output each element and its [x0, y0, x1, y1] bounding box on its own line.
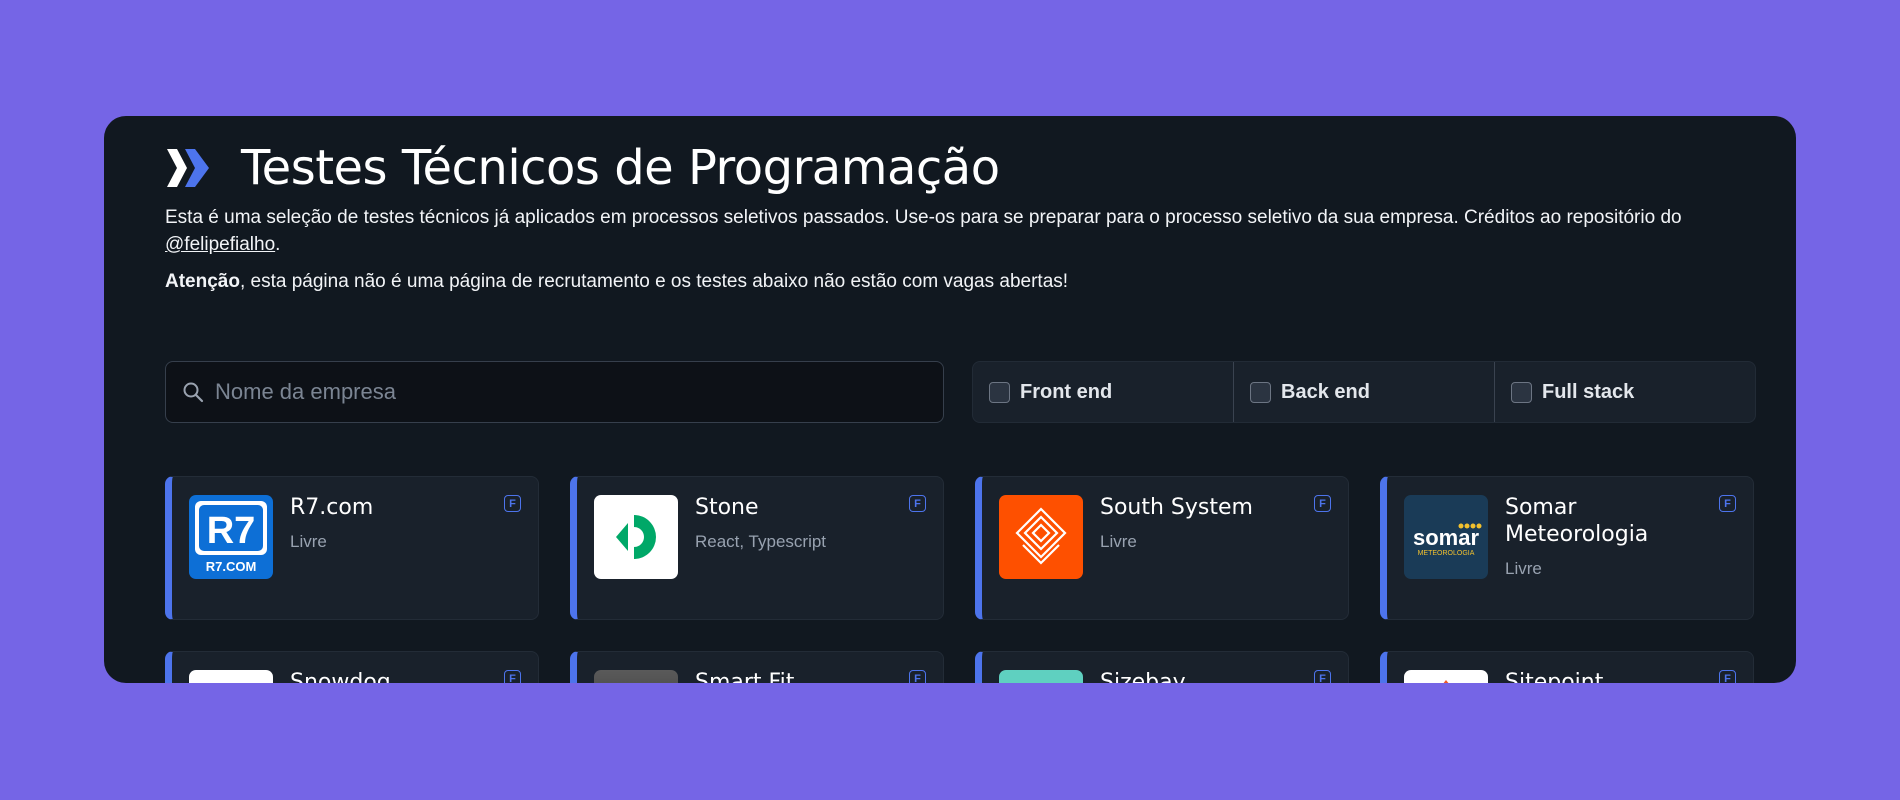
- company-name: Smart Fit: [695, 670, 795, 683]
- company-name: Sizebay: [1100, 670, 1186, 683]
- filter-front-end[interactable]: Front end: [973, 362, 1234, 422]
- company-name: Somar Meteorologia: [1505, 495, 1649, 547]
- page-header: Testes Técnicos de Programação: [165, 140, 1756, 196]
- company-card-r7[interactable]: R7 R7.COM R7.com Livre F: [165, 476, 539, 620]
- south-system-logo: [999, 495, 1083, 579]
- r7-logo: R7 R7.COM: [189, 495, 273, 579]
- company-card-sitepoint[interactable]: Sitepoint F: [1380, 651, 1754, 683]
- page-description: Esta é uma seleção de testes técnicos já…: [165, 204, 1756, 258]
- description-end: .: [275, 234, 281, 255]
- r7-logo-subtext: R7.COM: [206, 559, 257, 574]
- company-card-snowdog[interactable]: Snowdog F: [165, 651, 539, 683]
- somar-logo-subtext: METEOROLOGIA: [1418, 550, 1475, 557]
- double-chevron-logo-icon: [167, 149, 209, 187]
- credit-link[interactable]: @felipefialho: [165, 234, 275, 255]
- description-text: Esta é uma seleção de testes técnicos já…: [165, 207, 1682, 228]
- company-card-sizebay[interactable]: Sizebay F: [975, 651, 1349, 683]
- full-stack-checkbox[interactable]: [1511, 381, 1532, 403]
- front-end-checkbox[interactable]: [989, 381, 1010, 403]
- frontend-badge-icon: F: [504, 495, 521, 512]
- filter-label: Front end: [1020, 380, 1113, 403]
- company-name: Sitepoint: [1505, 670, 1604, 683]
- back-end-checkbox[interactable]: [1250, 381, 1271, 403]
- somar-logo: somar METEOROLOGIA: [1404, 495, 1488, 579]
- frontend-badge-icon: F: [909, 495, 926, 512]
- warning-notice: Atenção, esta página não é uma página de…: [165, 268, 1756, 295]
- frontend-badge-icon: F: [909, 670, 926, 683]
- filter-back-end[interactable]: Back end: [1234, 362, 1495, 422]
- frontend-badge-icon: F: [504, 670, 521, 683]
- company-name: Stone: [695, 495, 759, 520]
- smart-fit-logo: [594, 670, 678, 683]
- filter-full-stack[interactable]: Full stack: [1495, 362, 1755, 422]
- stack-filter-group: Front end Back end Full stack: [972, 361, 1756, 423]
- warning-label: Atenção: [165, 271, 240, 292]
- page-title: Testes Técnicos de Programação: [241, 140, 1000, 196]
- filter-label: Full stack: [1542, 380, 1635, 403]
- frontend-badge-icon: F: [1314, 495, 1331, 512]
- company-card-south-system[interactable]: South System Livre F: [975, 476, 1349, 620]
- company-name: Snowdog: [290, 670, 391, 683]
- company-card-smart-fit[interactable]: Smart Fit F: [570, 651, 944, 683]
- company-tags: Livre: [1100, 532, 1137, 551]
- frontend-badge-icon: F: [1719, 670, 1736, 683]
- somar-logo-text: somar: [1413, 525, 1479, 550]
- company-tags: React, Typescript: [695, 532, 827, 551]
- company-tags: Livre: [1505, 559, 1542, 578]
- company-tags: Livre: [290, 532, 327, 551]
- sizebay-logo: [999, 670, 1083, 683]
- snowdog-logo: [189, 670, 273, 683]
- search-input[interactable]: [215, 379, 915, 405]
- r7-logo-text: R7: [207, 510, 256, 552]
- company-name: South System: [1100, 495, 1253, 520]
- search-box[interactable]: [165, 361, 944, 423]
- stone-logo: [594, 495, 678, 579]
- filter-label: Back end: [1281, 380, 1370, 403]
- company-card-stone[interactable]: Stone React, Typescript F: [570, 476, 944, 620]
- sitepoint-logo: [1404, 670, 1488, 683]
- frontend-badge-icon: F: [1314, 670, 1331, 683]
- search-icon: [183, 382, 204, 403]
- main-panel: Testes Técnicos de Programação Esta é um…: [104, 116, 1796, 683]
- company-card-somar[interactable]: somar METEOROLOGIA Somar Meteorologia Li…: [1380, 476, 1754, 620]
- frontend-badge-icon: F: [1719, 495, 1736, 512]
- company-name: R7.com: [290, 495, 374, 520]
- warning-text: , esta página não é uma página de recrut…: [239, 271, 1069, 292]
